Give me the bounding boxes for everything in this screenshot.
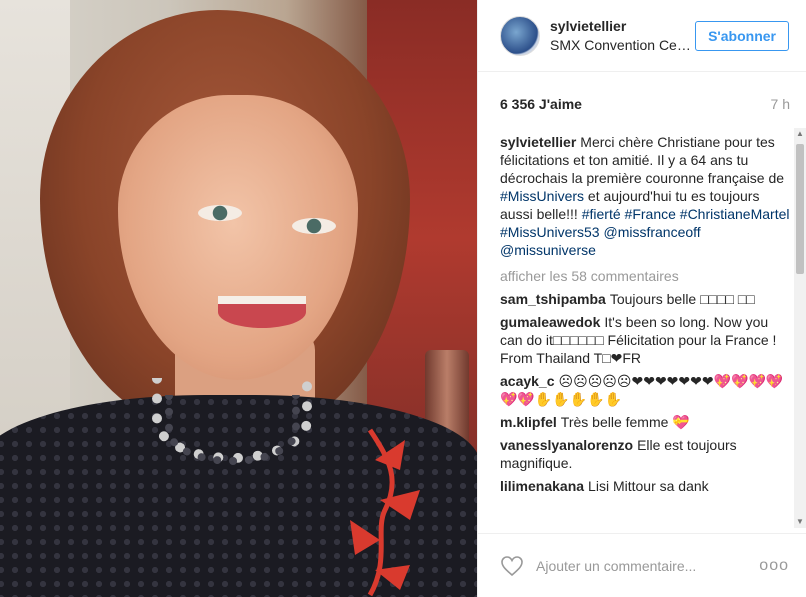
hashtag-link[interactable]: #MissUnivers xyxy=(500,188,584,204)
comment-text: Très belle femme 💝 xyxy=(560,414,690,430)
comment-username[interactable]: m.klipfel xyxy=(500,414,557,430)
hashtag-link[interactable]: #fierté xyxy=(582,206,621,222)
hashtag-link[interactable]: #MissUnivers53 xyxy=(500,224,600,240)
photo-mouth xyxy=(218,296,306,328)
avatar[interactable] xyxy=(500,15,540,56)
comment: acayk_c ☹☹☹☹☹❤❤❤❤❤❤❤💖💖💖💖💖💖✋✋✋✋✋ xyxy=(500,372,790,408)
post-photo[interactable] xyxy=(0,0,477,597)
post-footer: ooo xyxy=(478,533,806,597)
heart-icon[interactable] xyxy=(500,554,524,578)
likes-count[interactable]: 6 356 J'aime xyxy=(500,96,582,112)
show-more-comments[interactable]: afficher les 58 commentaires xyxy=(500,267,790,285)
more-options-icon[interactable]: ooo xyxy=(759,557,789,575)
instagram-post: sylvietellier SMX Convention Center S'ab… xyxy=(0,0,806,597)
comment-input[interactable] xyxy=(536,557,760,574)
username-link[interactable]: sylvietellier xyxy=(550,18,695,34)
photo-eye-right xyxy=(292,218,336,234)
photo-necklace-dark xyxy=(165,395,300,465)
scrollbar-thumb[interactable] xyxy=(796,144,804,274)
comment-text: Toujours belle □□□□ □□ xyxy=(609,291,755,307)
photo-eye-left xyxy=(198,205,242,221)
comments-scrollbar[interactable]: ▲ ▼ xyxy=(794,128,806,528)
caption-username[interactable]: sylvietellier xyxy=(500,134,576,150)
likes-row: 6 356 J'aime 7 h xyxy=(500,96,790,112)
scroll-up-icon[interactable]: ▲ xyxy=(794,128,806,140)
comment: gumaleawedok It's been so long. Now you c… xyxy=(500,313,790,367)
comment: m.klipfel Très belle femme 💝 xyxy=(500,413,790,431)
hashtag-link[interactable]: #France xyxy=(625,206,676,222)
caption: sylvietellier Merci chère Christiane pour… xyxy=(500,133,790,259)
comment: lilimenakana Lisi Mittour sa dank xyxy=(500,477,790,491)
comment: sam_tshipamba Toujours belle □□□□ □□ xyxy=(500,290,790,308)
comment-username[interactable]: vanesslyanalorenzo xyxy=(500,437,633,453)
mention-link[interactable]: @missuniverse xyxy=(500,242,596,258)
post-time[interactable]: 7 h xyxy=(771,96,790,112)
hashtag-link[interactable]: #ChristianeMartel xyxy=(680,206,790,222)
scroll-down-icon[interactable]: ▼ xyxy=(794,516,806,528)
comments-list[interactable]: sylvietellier Merci chère Christiane pour… xyxy=(500,133,790,528)
post-header: sylvietellier SMX Convention Center S'ab… xyxy=(478,0,806,72)
comment-username[interactable]: gumaleawedok xyxy=(500,314,600,330)
comment-username[interactable]: acayk_c xyxy=(500,373,555,389)
comment: vanesslyanalorenzo Elle est toujours magn… xyxy=(500,436,790,472)
comment-username[interactable]: lilimenakana xyxy=(500,478,584,491)
post-side-panel: sylvietellier SMX Convention Center S'ab… xyxy=(477,0,806,597)
follow-button[interactable]: S'abonner xyxy=(695,20,789,51)
photo-flower-embroidery xyxy=(350,428,420,597)
comment-text: Lisi Mittour sa dank xyxy=(588,478,709,491)
comment-username[interactable]: sam_tshipamba xyxy=(500,291,606,307)
mention-link[interactable]: @missfranceoff xyxy=(603,224,700,240)
location-link[interactable]: SMX Convention Center xyxy=(550,37,695,53)
post-meta: sylvietellier SMX Convention Center xyxy=(550,18,695,53)
